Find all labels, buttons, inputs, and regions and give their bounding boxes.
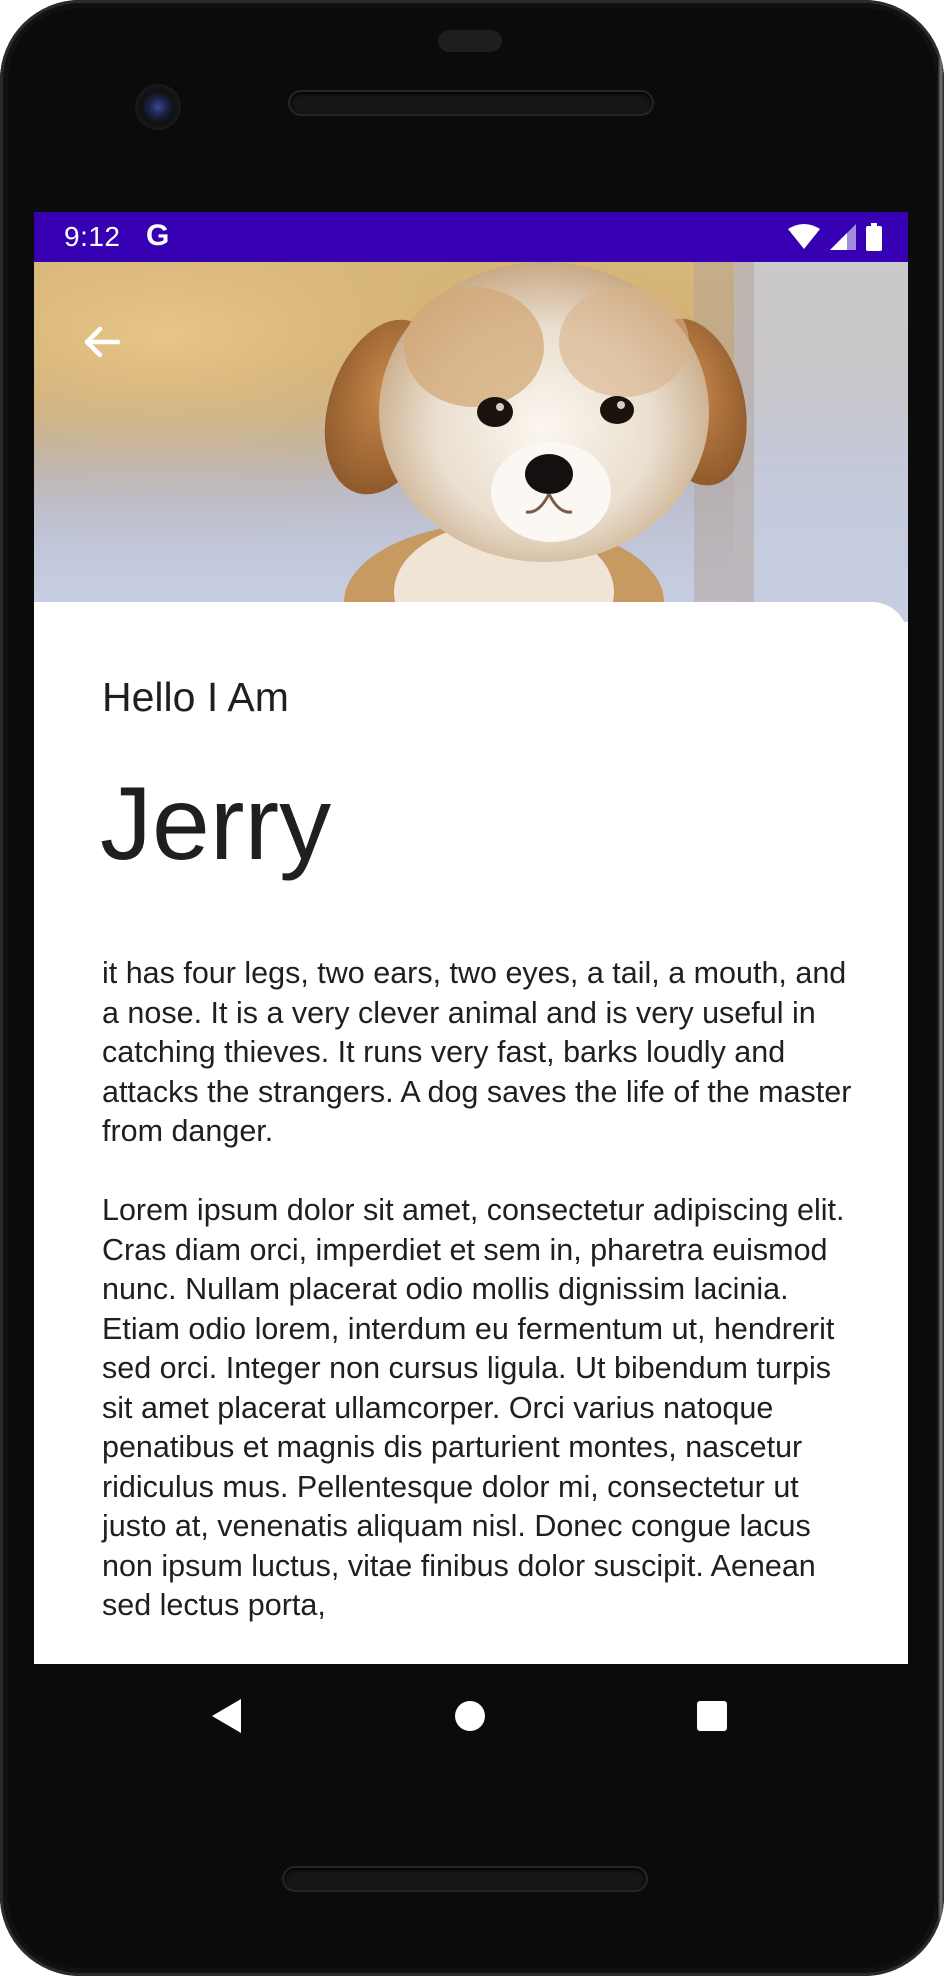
nav-home-button[interactable] [440, 1686, 500, 1746]
puppy-photo [34, 262, 908, 622]
battery-icon [866, 223, 882, 251]
google-icon: G [146, 219, 170, 252]
status-bar: 9:12 G [34, 212, 908, 262]
cell-signal-icon [830, 224, 856, 250]
status-time: 9:12 [64, 221, 121, 252]
nav-back-triangle-icon [212, 1699, 241, 1733]
hero-image [34, 262, 908, 622]
wifi-icon [788, 224, 820, 249]
arrow-back-icon [84, 326, 121, 358]
status-icons [788, 222, 882, 252]
nav-home-circle-icon [455, 1701, 485, 1731]
description-text: it has four legs, two ears, two eyes, a … [102, 956, 852, 1622]
phone-frame: 9:12 G Hello I Am Jerry it has four legs… [0, 0, 944, 1976]
greeting-label: Hello I Am [102, 674, 289, 720]
system-navigation-bar [34, 1664, 908, 1764]
front-camera [137, 86, 179, 128]
earpiece-notch [438, 30, 502, 52]
nav-recents-button[interactable] [682, 1686, 742, 1746]
content-card: Hello I Am Jerry it has four legs, two e… [34, 602, 908, 1664]
back-button[interactable] [70, 310, 134, 374]
app-screen: 9:12 G Hello I Am Jerry it has four legs… [34, 212, 908, 1664]
nav-back-button[interactable] [196, 1686, 256, 1746]
dog-name-title: Jerry [100, 766, 332, 882]
phone-side-rail [938, 0, 944, 1976]
bottom-speaker-grille [284, 1868, 646, 1890]
nav-recents-square-icon [697, 1701, 727, 1731]
top-speaker-grille [290, 92, 652, 114]
